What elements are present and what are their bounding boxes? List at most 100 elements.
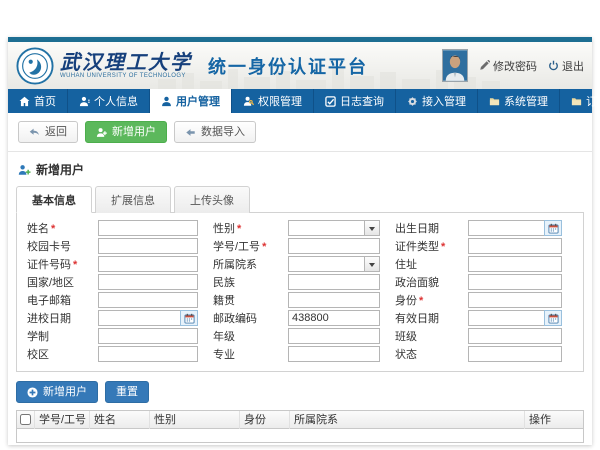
political-status-input[interactable]	[468, 274, 562, 290]
field-label-id-type: 证件类型*	[395, 238, 453, 254]
native-place-input[interactable]	[288, 292, 380, 308]
enroll-date-input[interactable]	[98, 310, 180, 326]
form-tabs: 基本信息 扩展信息 上传头像	[16, 185, 584, 213]
add-user-toolbar-button[interactable]: 新增用户	[85, 121, 167, 143]
field-label-name: 姓名*	[27, 220, 83, 236]
address-input[interactable]	[468, 256, 562, 272]
valid-date-input[interactable]	[468, 310, 544, 326]
pencil-icon	[479, 60, 490, 71]
tab-extended-info[interactable]: 扩展信息	[95, 186, 171, 213]
field-label-identity: 身份*	[395, 292, 453, 308]
nav-tab-permissions[interactable]: 权限管理	[232, 89, 314, 113]
nav-tab-access[interactable]: 接入管理	[396, 89, 478, 113]
nav-label: 订阅管理	[586, 93, 600, 109]
chevron-down-icon[interactable]	[364, 220, 380, 236]
birthdate-input[interactable]	[468, 220, 544, 236]
nav-tab-system[interactable]: 系统管理	[478, 89, 560, 113]
field-label-major: 专业	[213, 346, 273, 362]
university-name-en: WUHAN UNIVERSITY OF TECHNOLOGY	[60, 73, 192, 79]
required-marker: *	[73, 259, 77, 271]
back-button[interactable]: 返回	[18, 121, 78, 143]
data-import-button-label: 数据导入	[201, 126, 245, 138]
nav-tab-subscription[interactable]: 订阅管理	[560, 89, 600, 113]
change-password-label: 修改密码	[493, 58, 537, 74]
status-input[interactable]	[468, 346, 562, 362]
tab-basic-info[interactable]: 基本信息	[16, 186, 92, 213]
column-department: 所属院系	[290, 411, 525, 429]
submit-button-label: 新增用户	[43, 386, 87, 398]
calendar-icon[interactable]	[544, 310, 562, 326]
gender-select[interactable]	[288, 220, 380, 236]
field-label-postal-code: 邮政编码	[213, 310, 273, 326]
logout-link[interactable]: 退出	[548, 58, 584, 74]
field-label-status: 状态	[395, 346, 453, 362]
postal-code-input[interactable]	[288, 310, 380, 326]
column-student-id: 学号/工号	[35, 411, 90, 429]
nav-tab-profile[interactable]: 个人信息	[68, 89, 150, 113]
users-icon	[161, 96, 172, 107]
user-table-header: 学号/工号 姓名 性别 身份 所属院系 操作	[17, 411, 583, 429]
grade-input[interactable]	[288, 328, 380, 344]
ethnicity-input[interactable]	[288, 274, 380, 290]
add-user-icon	[96, 127, 107, 138]
calendar-icon[interactable]	[544, 220, 562, 236]
nav-label: 权限管理	[258, 93, 302, 109]
nav-tab-home[interactable]: 首页	[8, 89, 68, 113]
log-check-icon	[325, 96, 336, 107]
birthdate-field	[468, 220, 562, 236]
calendar-icon[interactable]	[180, 310, 198, 326]
user-table: 学号/工号 姓名 性别 身份 所属院系 操作	[16, 410, 584, 443]
field-label-valid-date: 有效日期	[395, 310, 453, 326]
class-input[interactable]	[468, 328, 562, 344]
nav-tab-user-management[interactable]: 用户管理	[150, 89, 232, 113]
department-select-value[interactable]	[288, 256, 364, 272]
column-name: 姓名	[90, 411, 150, 429]
id-type-input[interactable]	[468, 238, 562, 254]
basic-info-panel: 姓名* 性别* 出生日期 校园卡号 学号/工号* 证件类型* 证件号码* 所属院…	[16, 213, 584, 372]
reset-button-label: 重置	[116, 386, 138, 398]
campus-input[interactable]	[98, 346, 198, 362]
id-number-input[interactable]	[98, 256, 198, 272]
department-select[interactable]	[288, 256, 380, 272]
data-import-button[interactable]: 数据导入	[174, 121, 256, 143]
user-avatar	[442, 49, 468, 82]
main-nav: 首页 个人信息 用户管理 权限管理 日志查询 接入管理 系统管理 订阅管理	[8, 89, 592, 113]
chevron-down-icon[interactable]	[364, 256, 380, 272]
identity-input[interactable]	[468, 292, 562, 308]
platform-title: 统一身份认证平台	[208, 53, 368, 79]
name-input[interactable]	[98, 220, 198, 236]
app-window: 武汉理工大学 WUHAN UNIVERSITY OF TECHNOLOGY 统一…	[8, 37, 592, 445]
email-input[interactable]	[98, 292, 198, 308]
change-password-link[interactable]: 修改密码	[479, 58, 537, 74]
key-icon	[243, 96, 254, 107]
required-marker: *	[237, 223, 241, 235]
folder-icon	[489, 96, 500, 107]
field-label-native-place: 籍贯	[213, 292, 273, 308]
select-all-checkbox[interactable]	[20, 414, 31, 425]
field-label-campus: 校区	[27, 346, 83, 362]
home-icon	[19, 96, 30, 107]
nav-tab-logs[interactable]: 日志查询	[314, 89, 396, 113]
field-label-class: 班级	[395, 328, 453, 344]
column-gender: 性别	[150, 411, 240, 429]
folder-icon	[571, 96, 582, 107]
field-label-student-id: 学号/工号*	[213, 238, 273, 254]
student-id-input[interactable]	[288, 238, 380, 254]
field-label-country: 国家/地区	[27, 274, 83, 290]
form-actions: 新增用户 重置	[16, 381, 584, 403]
tab-upload-avatar[interactable]: 上传头像	[174, 186, 250, 213]
campus-card-input[interactable]	[98, 238, 198, 254]
gender-select-value[interactable]	[288, 220, 364, 236]
major-input[interactable]	[288, 346, 380, 362]
field-label-id-number: 证件号码*	[27, 256, 83, 272]
required-marker: *	[419, 295, 423, 307]
submit-add-user-button[interactable]: 新增用户	[16, 381, 98, 403]
column-actions: 操作	[525, 411, 583, 429]
field-label-email: 电子邮箱	[27, 292, 83, 308]
reset-button[interactable]: 重置	[105, 381, 149, 403]
user-form: 姓名* 性别* 出生日期 校园卡号 学号/工号* 证件类型* 证件号码* 所属院…	[27, 220, 573, 362]
nav-label: 首页	[34, 93, 56, 109]
plus-circle-icon	[27, 387, 38, 398]
country-input[interactable]	[98, 274, 198, 290]
schooling-length-input[interactable]	[98, 328, 198, 344]
